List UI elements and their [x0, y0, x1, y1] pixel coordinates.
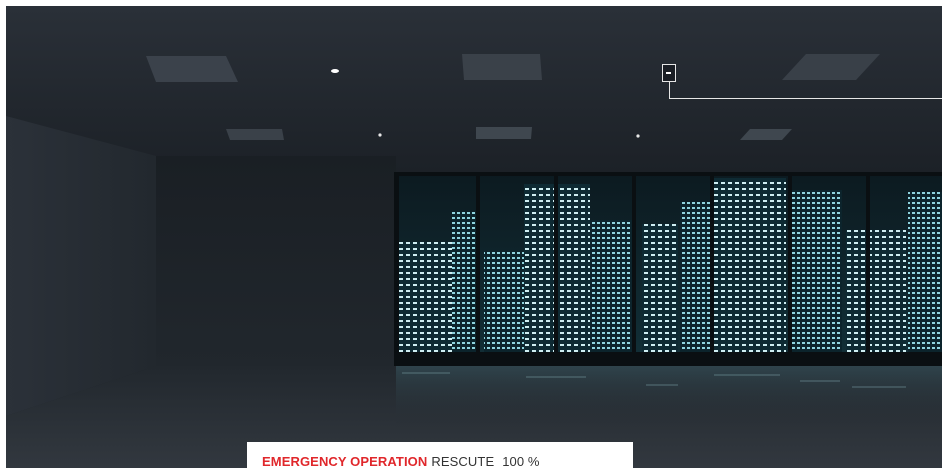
- callout-leader-line: [669, 82, 670, 98]
- emergency-light-callout: [658, 58, 942, 108]
- caption-value: 100 %: [502, 454, 540, 469]
- callout-leader-line-horizontal: [669, 98, 942, 99]
- caption-label: RESCUTE: [431, 454, 495, 469]
- status-caption: EMERGENCY OPERATION RESCUTE 100 %: [247, 442, 633, 469]
- caption-highlight: EMERGENCY OPERATION: [262, 454, 428, 469]
- scene-frame: [6, 6, 942, 468]
- emergency-light-marker-icon[interactable]: [662, 64, 676, 82]
